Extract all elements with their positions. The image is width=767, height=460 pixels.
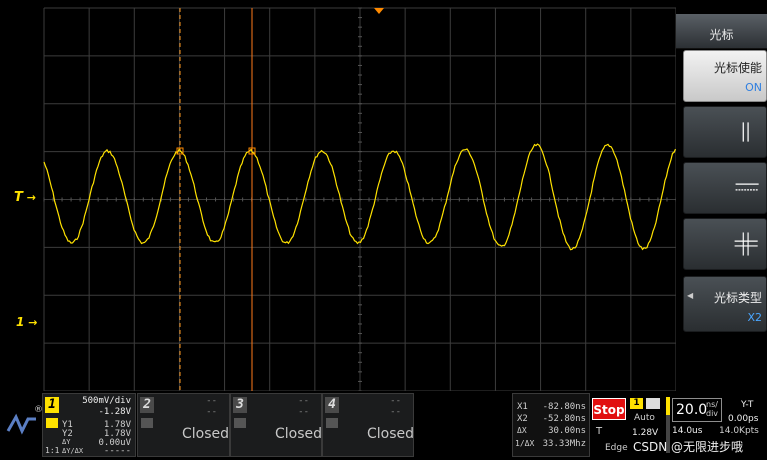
cursor-enable-button[interactable]: 光标使能 ON — [683, 50, 767, 102]
probe-ratio: 1:1 — [45, 446, 60, 455]
trigger-label: T — [596, 426, 603, 437]
channel4-status: Closed — [367, 426, 415, 442]
cursor-type-button[interactable]: ◀ 光标类型 X2 — [683, 276, 767, 332]
channel4-dash-2: -- — [390, 407, 401, 417]
channel2-status: Closed — [182, 426, 230, 442]
cursor-type-label: 光标类型 — [713, 291, 762, 305]
trigger-level: 1.28V — [632, 428, 659, 438]
cursor-readout-panel: X1 -82.80ns X2 -52.80ns ΔX 30.00ns 1/ΔX … — [512, 393, 590, 457]
horizontal-cursor-button[interactable] — [683, 162, 767, 214]
vertical-cursor-button[interactable] — [683, 106, 767, 158]
timebase-value: 20.0 — [676, 402, 708, 418]
x1-label: X1 — [517, 402, 528, 412]
channel2-panel[interactable]: 2 -- -- Closed — [137, 393, 230, 457]
zlg-logo: ® — [6, 405, 43, 435]
channel1-offset-marker[interactable]: 1 → — [16, 315, 37, 329]
menu-title: 光标 — [676, 14, 767, 49]
delta-y-x-value: ----- — [103, 446, 131, 456]
channel1-coupling-icon — [46, 418, 58, 428]
trigger-marker-label: T — [14, 190, 23, 205]
channel1-number: 1 — [45, 397, 59, 413]
channel3-status: Closed — [275, 426, 323, 442]
status-bar: ® 1 500mV/div -1.28V Y1 1.78V Y2 1.78V Δ… — [0, 391, 767, 460]
channel2-number: 2 — [140, 397, 154, 413]
channel3-dash-2: -- — [298, 407, 309, 417]
delta-x-label: ΔX — [517, 426, 527, 435]
timebase-unit-top: ns/ — [706, 400, 718, 409]
memory-time: 14.0us — [672, 426, 703, 436]
channel3-panel[interactable]: 3 -- -- Closed — [230, 393, 322, 457]
channel1-offset: -1.28V — [98, 407, 131, 417]
timebase-panel[interactable]: 20.0 ns/ div — [672, 398, 722, 422]
zlg-logo-icon — [6, 413, 36, 435]
cursor-type-value: X2 — [747, 311, 762, 324]
crosshair-cursor-button[interactable] — [683, 218, 767, 270]
channel3-dash: -- — [298, 396, 309, 406]
trigger-mode: Auto — [634, 413, 655, 423]
channel4-panel[interactable]: 4 -- -- Closed — [322, 393, 414, 457]
channel4-coupling-icon — [326, 418, 338, 428]
vertical-cursor-icon — [742, 122, 749, 142]
channel3-number: 3 — [233, 397, 247, 413]
waveform-display[interactable] — [0, 0, 676, 391]
channel4-dash: -- — [390, 396, 401, 406]
memory-points: 14.0Kpts — [719, 426, 759, 436]
horizontal-position: 0.00ps — [728, 414, 759, 424]
horizontal-cursor-icon — [735, 183, 759, 191]
cursor-menu: 光标 光标使能 ON ◀ 光标类型 X2 — [676, 0, 767, 391]
edge-slope-icon — [646, 398, 660, 409]
channel4-number: 4 — [325, 397, 339, 413]
crosshair-cursor-icon — [734, 232, 758, 256]
channel2-coupling-icon — [141, 418, 153, 428]
triangle-left-icon: ◀ — [687, 291, 694, 300]
trigger-type: Edge — [605, 443, 628, 453]
cursor-enable-label: 光标使能 — [713, 61, 762, 75]
trigger-position-marker[interactable] — [374, 8, 384, 14]
trigger-source: 1 — [630, 398, 643, 409]
channel1-panel[interactable]: 1 500mV/div -1.28V Y1 1.78V Y2 1.78V ΔY … — [42, 393, 136, 457]
trigger-level-marker[interactable]: T → — [14, 190, 36, 205]
arrow-right-icon: → — [22, 191, 36, 204]
ground-arrow-icon: → — [24, 316, 38, 329]
channel2-dash-2: -- — [206, 407, 217, 417]
inv-delta-x-label: 1/ΔX — [515, 439, 535, 448]
channel3-coupling-icon — [234, 418, 246, 428]
inv-delta-x-value: 33.33Mhz — [542, 439, 586, 449]
delta-y-x-label: ΔY/ΔX — [62, 447, 84, 455]
x2-value: -52.80ns — [542, 414, 586, 424]
x1-value: -82.80ns — [542, 402, 586, 412]
trigger-level-bar-fill — [666, 397, 670, 415]
channel1-volts-div: 500mV/div — [82, 396, 131, 406]
run-stop-button[interactable]: Stop — [592, 398, 626, 420]
delta-y-label: ΔY — [62, 438, 71, 446]
delta-x-value: 30.00ns — [548, 426, 586, 436]
display-mode[interactable]: Y-T — [741, 400, 753, 410]
timebase-unit-bottom: div — [706, 409, 719, 418]
channel2-dash: -- — [206, 396, 217, 406]
cursor-enable-value: ON — [745, 81, 762, 94]
watermark-text: CSDN @无限进步哦 — [633, 440, 744, 454]
graticule-grid — [43, 7, 676, 391]
x2-label: X2 — [517, 414, 528, 424]
